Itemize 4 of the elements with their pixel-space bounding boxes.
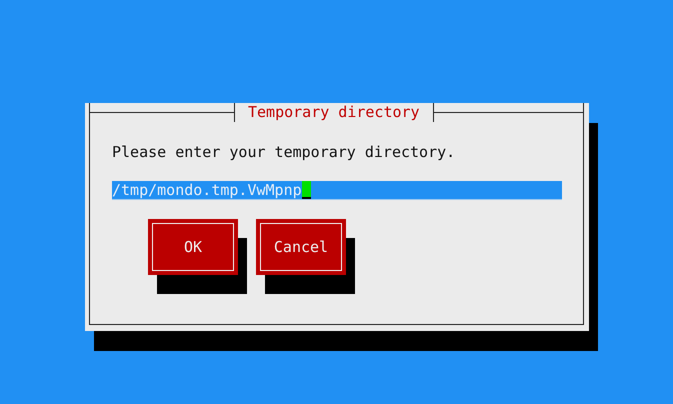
dialog-title: Temporary directory xyxy=(234,103,434,122)
ok-button[interactable]: OK xyxy=(148,219,238,275)
prompt-text: Please enter your temporary directory. xyxy=(112,143,456,162)
cancel-button[interactable]: Cancel xyxy=(256,219,346,275)
